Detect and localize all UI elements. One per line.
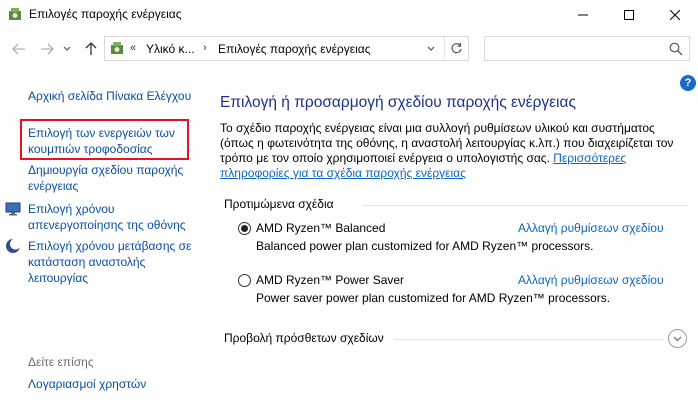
preferred-plans-heading: Προτιμώμενα σχέδια <box>224 197 334 211</box>
arrow-left-icon <box>12 43 25 55</box>
plan-balanced-settings-link[interactable]: Αλλαγή ρυθμίσεων σχεδίου <box>518 221 664 235</box>
plan-balanced-radio[interactable] <box>238 222 251 235</box>
chevron-down-icon <box>427 46 435 51</box>
page-description: Το σχέδιο παροχής ενέργειας είναι μια συ… <box>220 121 688 181</box>
page-title: Επιλογή ή προσαρμογή σχεδίου παροχής ενέ… <box>220 94 576 111</box>
arrow-up-icon <box>85 42 97 55</box>
control-panel-home-link[interactable]: Αρχική σελίδα Πίνακα Ελέγχου <box>28 88 191 104</box>
breadcrumb-hardware[interactable]: Υλικό κ... <box>146 42 195 56</box>
divider <box>362 205 688 206</box>
breadcrumb-separator[interactable]: › <box>203 42 207 54</box>
minimize-button[interactable] <box>560 0 606 30</box>
moon-icon <box>6 238 21 253</box>
search-icon <box>669 42 683 56</box>
title-bar: Επιλογές παροχής ενέργειας <box>0 0 698 30</box>
window-title: Επιλογές παροχής ενέργειας <box>29 7 182 21</box>
chevron-down-icon <box>673 336 682 341</box>
divider <box>394 339 664 340</box>
sidebar-item-create-plan[interactable]: Δημιουργία σχεδίου παροχής ενέργειας <box>28 162 193 194</box>
recent-locations-button[interactable] <box>60 38 74 60</box>
power-options-icon <box>9 8 21 20</box>
maximize-icon <box>624 10 634 20</box>
plan-power-saver-description: Power saver power plan customized for AM… <box>256 291 611 305</box>
plan-power-saver-name[interactable]: AMD Ryzen™ Power Saver <box>256 273 404 287</box>
close-icon <box>670 10 680 20</box>
minimize-icon <box>578 14 588 16</box>
plan-power-saver-radio[interactable] <box>238 274 251 287</box>
plan-balanced-description: Balanced power plan customized for AMD R… <box>256 239 594 253</box>
chevron-down-icon <box>63 46 71 51</box>
close-button[interactable] <box>652 0 698 30</box>
sidebar-item-display-off[interactable]: Επιλογή χρόνου απενεργοποίησης της οθόνη… <box>28 201 193 233</box>
refresh-icon <box>451 43 462 54</box>
expand-additional-plans-button[interactable] <box>668 329 687 348</box>
plan-balanced-name[interactable]: AMD Ryzen™ Balanced <box>256 221 385 235</box>
address-overflow-button[interactable]: « <box>130 42 136 54</box>
sidebar-item-sleep[interactable]: Επιλογή χρόνου μετάβασης σε κατάσταση αν… <box>28 238 193 286</box>
refresh-button[interactable] <box>444 37 468 60</box>
search-input[interactable] <box>484 36 690 61</box>
maximize-button[interactable] <box>606 0 652 30</box>
power-options-icon <box>111 42 123 54</box>
back-button[interactable] <box>8 38 30 60</box>
forward-button[interactable] <box>36 38 58 60</box>
help-icon[interactable]: ? <box>680 75 696 91</box>
plan-power-saver-settings-link[interactable]: Αλλαγή ρυθμίσεων σχεδίου <box>518 273 664 287</box>
navigation-bar: « Υλικό κ... › Επιλογές παροχής ενέργεια… <box>0 30 698 70</box>
up-button[interactable] <box>80 38 102 60</box>
arrow-right-icon <box>41 43 54 55</box>
address-history-button[interactable] <box>421 37 441 60</box>
display-icon <box>5 202 21 216</box>
sidebar-item-power-buttons[interactable]: Επιλογή των ενεργειών των κουμπιών τροφο… <box>28 125 193 157</box>
see-also-heading: Δείτε επίσης <box>28 355 94 369</box>
breadcrumb-power-options[interactable]: Επιλογές παροχής ενέργειας <box>218 42 370 56</box>
user-accounts-link[interactable]: Λογαριασμοί χρηστών <box>28 376 146 392</box>
address-bar[interactable]: « Υλικό κ... › Επιλογές παροχής ενέργεια… <box>104 36 469 61</box>
show-additional-plans-label[interactable]: Προβολή πρόσθετων σχεδίων <box>224 331 384 345</box>
